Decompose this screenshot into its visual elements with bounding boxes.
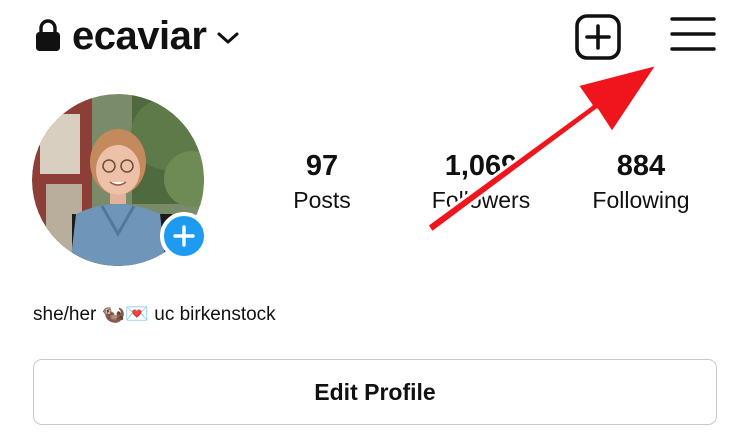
account-switcher-button[interactable]: ecaviar [72, 10, 240, 62]
hamburger-menu-icon[interactable] [670, 14, 716, 54]
username: ecaviar [72, 13, 207, 58]
chevron-down-icon [217, 32, 239, 44]
edit-profile-button[interactable]: Edit Profile [33, 359, 717, 425]
new-post-button[interactable] [574, 13, 622, 61]
add-story-button[interactable] [160, 212, 208, 260]
profile-bio: she/her 🦦💌 uc birkenstock [33, 304, 276, 325]
plus-icon [173, 225, 195, 247]
profile-header: ecaviar [0, 0, 745, 80]
following-stat[interactable]: 884 Following [566, 150, 716, 216]
posts-count: 97 [305, 150, 339, 182]
posts-stat[interactable]: 97 Posts [247, 150, 397, 216]
profile-avatar-container [32, 94, 208, 268]
posts-label: Posts [293, 187, 351, 213]
followers-count: 1,069 [444, 150, 518, 182]
followers-label: Followers [431, 187, 531, 213]
edit-profile-label: Edit Profile [314, 378, 436, 405]
lock-icon [36, 19, 60, 51]
following-label: Following [592, 187, 690, 213]
followers-stat[interactable]: 1,069 Followers [406, 150, 556, 216]
following-count: 884 [616, 150, 666, 182]
